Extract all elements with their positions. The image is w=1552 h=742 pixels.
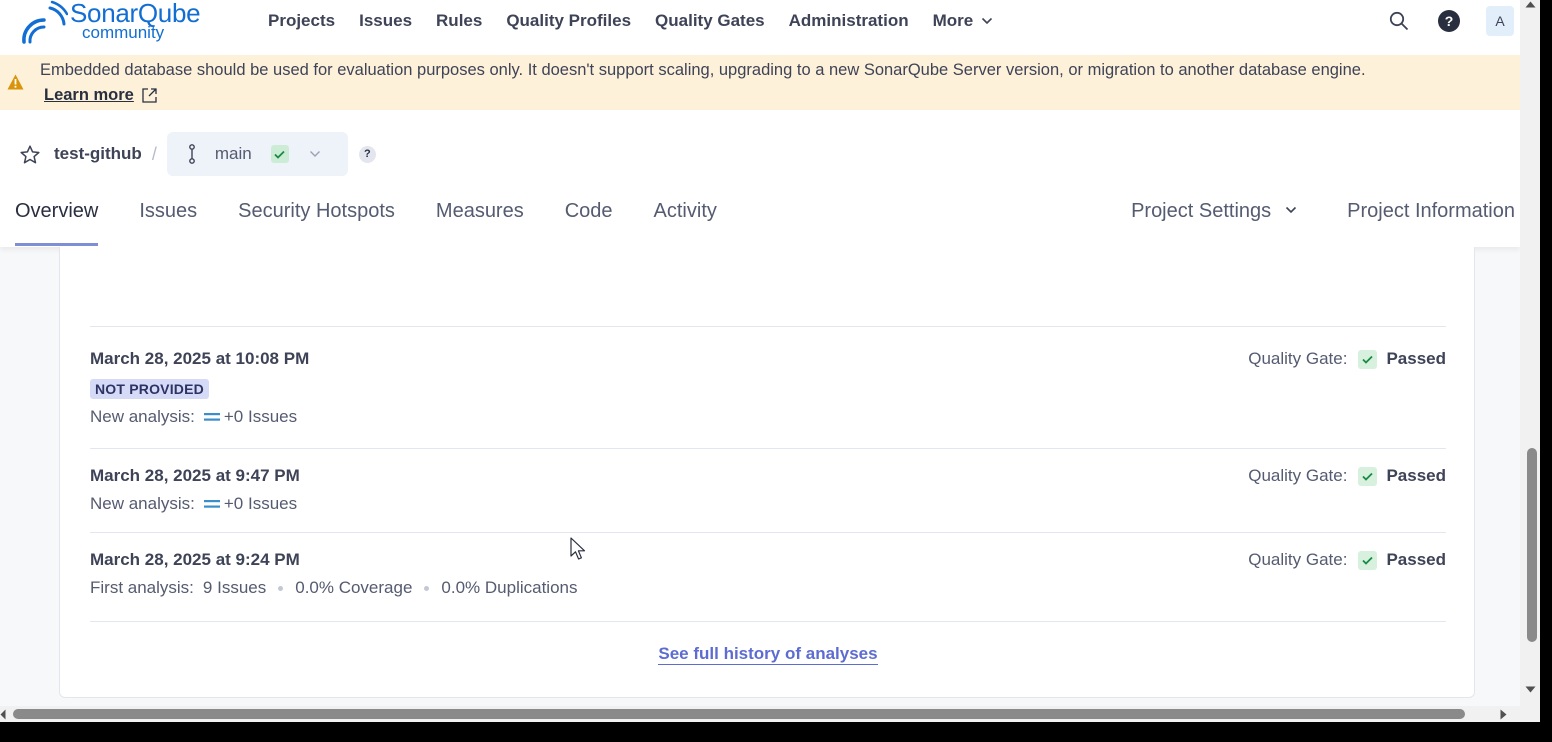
breadcrumb-separator: / — [151, 143, 157, 164]
branch-help-icon[interactable]: ? — [358, 145, 376, 163]
project-tabs-right: Project Settings Project Information — [1131, 200, 1515, 246]
see-full-history-link[interactable]: See full history of analyses — [658, 644, 878, 665]
project-information-link[interactable]: Project Information — [1347, 200, 1515, 246]
nav-issues[interactable]: Issues — [359, 11, 412, 31]
main-nav: Projects Issues Rules Quality Profiles Q… — [268, 11, 1017, 31]
quality-gate-label: Quality Gate: — [1248, 550, 1348, 569]
analysis-summary: First analysis: 9 Issues 0.0% Coverage 0… — [90, 578, 1446, 598]
scroll-down-arrow-icon[interactable] — [1525, 686, 1536, 693]
user-avatar[interactable]: A — [1486, 6, 1514, 36]
horizontal-scroll-thumb[interactable] — [13, 709, 1465, 719]
quality-gate-status: Quality Gate: Passed — [1248, 466, 1446, 486]
analyses-card: March 28, 2025 at 10:08 PM NOT PROVIDED … — [59, 247, 1475, 698]
analysis-date: March 28, 2025 at 10:08 PM — [90, 349, 310, 368]
scroll-up-arrow-icon[interactable] — [1525, 1, 1536, 8]
divider — [90, 621, 1446, 622]
analysis-type: New analysis: — [90, 407, 195, 426]
project-header: test-github / main ? Overview Issues Sec… — [0, 110, 1520, 247]
issues-delta: +0 Issues — [223, 407, 298, 426]
mouse-cursor-icon — [570, 537, 586, 560]
learn-more-label: Learn more — [44, 86, 134, 104]
help-button[interactable]: ? — [1438, 10, 1460, 32]
analysis-type: New analysis: — [90, 494, 195, 513]
passed-check-icon — [1358, 466, 1378, 486]
branch-selector[interactable]: main — [166, 132, 348, 176]
analysis-summary: New analysis: +0 Issues — [90, 407, 1446, 427]
analysis-date: March 28, 2025 at 9:24 PM — [90, 550, 300, 569]
tab-measures[interactable]: Measures — [436, 200, 524, 246]
project-tabs: Overview Issues Security Hotspots Measur… — [15, 200, 758, 246]
separator-dot — [424, 585, 430, 591]
duplications-value: 0.0% Duplications — [441, 578, 578, 597]
banner-message: Embedded database should be used for eva… — [40, 61, 1366, 79]
nav-quality-profiles[interactable]: Quality Profiles — [506, 11, 631, 31]
tab-security-hotspots[interactable]: Security Hotspots — [238, 200, 395, 246]
passed-check-icon — [1358, 550, 1378, 570]
nav-projects[interactable]: Projects — [268, 11, 335, 31]
horizontal-scrollbar[interactable] — [0, 706, 1540, 722]
learn-more-link[interactable]: Learn more — [44, 86, 158, 105]
analysis-row: March 28, 2025 at 10:08 PM NOT PROVIDED … — [90, 349, 1446, 427]
vertical-scroll-thumb[interactable] — [1527, 448, 1537, 642]
analysis-date: March 28, 2025 at 9:47 PM — [90, 466, 300, 485]
coverage-value: 0.0% Coverage — [295, 578, 413, 597]
quality-gate-status: Quality Gate: Passed — [1248, 349, 1446, 369]
tab-issues[interactable]: Issues — [139, 200, 197, 246]
quality-gate-value: Passed — [1386, 550, 1446, 569]
nav-more-label: More — [932, 11, 974, 30]
viewport: SonarQube community Projects Issues Rule… — [0, 0, 1520, 706]
scroll-left-arrow-icon[interactable] — [0, 709, 6, 720]
sonarqube-logo-icon — [22, 0, 68, 44]
analysis-summary: New analysis: +0 Issues — [90, 494, 1446, 514]
quality-gate-label: Quality Gate: — [1248, 466, 1348, 485]
divider — [90, 448, 1446, 449]
history-link-container: See full history of analyses — [60, 644, 1476, 665]
project-settings-menu[interactable]: Project Settings — [1131, 200, 1297, 246]
analysis-row: March 28, 2025 at 9:24 PM First analysis… — [90, 550, 1446, 598]
divider — [90, 326, 1446, 327]
project-name[interactable]: test-github — [54, 144, 142, 164]
project-settings-label: Project Settings — [1131, 200, 1272, 222]
branch-icon — [188, 144, 195, 164]
branch-name: main — [214, 144, 252, 163]
analysis-type: First analysis: — [90, 578, 194, 597]
chevron-down-icon — [982, 17, 993, 25]
quality-gate-label: Quality Gate: — [1248, 349, 1348, 368]
tab-code[interactable]: Code — [565, 200, 613, 246]
top-navbar: SonarQube community Projects Issues Rule… — [0, 0, 1520, 55]
search-icon — [1389, 11, 1409, 31]
breadcrumb: test-github / main ? — [20, 132, 376, 176]
favorite-star-icon[interactable] — [20, 144, 40, 164]
tab-activity[interactable]: Activity — [654, 200, 717, 246]
nav-administration[interactable]: Administration — [789, 11, 909, 31]
tab-overview[interactable]: Overview — [15, 200, 99, 246]
chevron-down-icon — [1286, 206, 1297, 214]
equal-icon — [203, 413, 220, 421]
separator-dot — [278, 585, 284, 591]
divider — [90, 532, 1446, 533]
equal-icon — [203, 500, 220, 508]
quality-gate-value: Passed — [1386, 349, 1446, 368]
quality-gate-value: Passed — [1386, 466, 1446, 485]
analysis-row: March 28, 2025 at 9:47 PM New analysis: … — [90, 466, 1446, 514]
warning-icon — [7, 74, 24, 90]
quality-gate-status: Quality Gate: Passed — [1248, 550, 1446, 570]
search-button[interactable] — [1386, 6, 1412, 36]
scroll-right-arrow-icon[interactable] — [1500, 709, 1507, 720]
sonarqube-logo[interactable]: SonarQube community — [20, 0, 201, 44]
issues-count: 9 Issues — [202, 578, 267, 597]
chevron-down-icon — [309, 151, 320, 157]
nav-rules[interactable]: Rules — [436, 11, 482, 31]
issues-delta: +0 Issues — [223, 494, 298, 513]
top-right-actions: ? A — [1386, 6, 1520, 36]
external-link-icon — [142, 88, 157, 103]
vertical-scrollbar[interactable] — [1520, 0, 1540, 706]
nav-quality-gates[interactable]: Quality Gates — [655, 11, 765, 31]
warning-banner: Embedded database should be used for eva… — [0, 55, 1520, 110]
nav-more[interactable]: More — [933, 11, 994, 31]
branch-status-check-icon — [270, 145, 289, 163]
version-badge: NOT PROVIDED — [90, 379, 209, 399]
passed-check-icon — [1358, 349, 1378, 369]
